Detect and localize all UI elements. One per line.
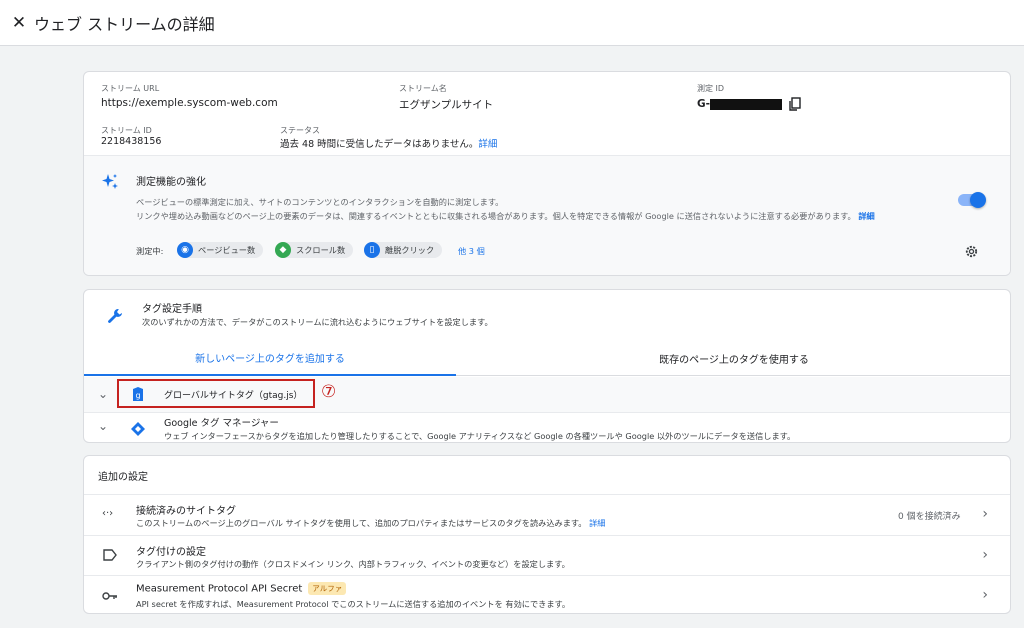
enhanced-measurement-title: 測定機能の強化 bbox=[136, 177, 206, 188]
gtag-icon: g bbox=[133, 387, 143, 401]
tab-use-existing-tag[interactable]: 既存のページ上のタグを使用する bbox=[456, 340, 1010, 376]
enhanced-measurement-section: 測定機能の強化 ページビューの標準測定に加え、サイトのコンテンツとのインタラクシ… bbox=[84, 155, 1010, 275]
chip-page-views-label: ページビュー数 bbox=[198, 245, 256, 255]
gear-icon[interactable] bbox=[964, 244, 979, 259]
tag-manager-icon bbox=[131, 422, 145, 436]
sparkle-icon bbox=[102, 174, 118, 189]
chevron-right-icon[interactable]: › bbox=[982, 587, 988, 603]
stream-name-value: エグザンプルサイト bbox=[399, 99, 494, 111]
gtm-row[interactable]: ⌄ Google タグ マネージャー ウェブ インターフェースからタグを追加した… bbox=[84, 413, 1010, 442]
measurement-protocol-row[interactable]: Measurement Protocol API Secret アルファ API … bbox=[84, 576, 1010, 613]
close-icon[interactable]: ✕ bbox=[10, 13, 28, 33]
connected-site-tags-title: 接続済みのサイトタグ bbox=[136, 506, 236, 517]
scroll-icon: ◆ bbox=[275, 242, 291, 258]
stream-id-label: ストリーム ID bbox=[101, 126, 152, 135]
measurement-id-label: 測定 ID bbox=[697, 84, 725, 93]
connected-site-tags-desc-text: このストリームのページ上のグローバル サイトタグを使用して、追加のプロパティまた… bbox=[136, 518, 587, 528]
status-label: ステータス bbox=[280, 126, 320, 135]
gtm-desc: ウェブ インターフェースからタグを追加したり管理したりすることで、Google … bbox=[164, 431, 796, 441]
chevron-down-icon[interactable]: ⌄ bbox=[98, 419, 108, 433]
stream-id-value: 2218438156 bbox=[101, 136, 162, 147]
tag-setup-title: タグ設定手順 bbox=[142, 304, 202, 315]
additional-settings-title: 追加の設定 bbox=[98, 472, 148, 483]
toggle-knob bbox=[970, 192, 986, 208]
connected-site-tags-row[interactable]: ‹·› 接続済みのサイトタグ このストリームのページ上のグローバル サイトタグを… bbox=[84, 495, 1010, 535]
measurement-id-value: G- bbox=[697, 97, 802, 111]
additional-settings-card: 追加の設定 ‹·› 接続済みのサイトタグ このストリームのページ上のグローバル … bbox=[83, 455, 1011, 614]
tagging-settings-row[interactable]: タグ付けの設定 クライアント側のタグ付けの動作（クロスドメイン リンク、内部トラ… bbox=[84, 536, 1010, 575]
measurement-id-redacted bbox=[709, 98, 782, 110]
stream-details-card: ストリーム URL https://exemple.syscom-web.com… bbox=[83, 71, 1011, 276]
gtm-title: Google タグ マネージャー bbox=[164, 418, 279, 429]
more-events-link[interactable]: 他 3 個 bbox=[458, 245, 485, 257]
page-header: ✕ ウェブ ストリームの詳細 bbox=[0, 0, 1024, 46]
connected-count: 0 個を接続済み bbox=[898, 512, 961, 522]
status-text: 過去 48 時間に受信したデータはありません。 bbox=[280, 139, 479, 150]
chip-outbound-clicks-label: 離脱クリック bbox=[385, 245, 435, 255]
status-details-link[interactable]: 詳細 bbox=[478, 139, 497, 150]
stream-url-label: ストリーム URL bbox=[101, 84, 160, 93]
chevron-down-icon[interactable]: ⌄ bbox=[98, 387, 108, 401]
tagging-settings-desc: クライアント側のタグ付けの動作（クロスドメイン リンク、内部トラフィック、イベン… bbox=[136, 559, 570, 569]
gtag-label: グローバルサイトタグ（gtag.js） bbox=[164, 391, 303, 401]
measurement-id-prefix: G- bbox=[697, 98, 710, 110]
alpha-badge: アルファ bbox=[308, 582, 347, 595]
measurement-protocol-title-text: Measurement Protocol API Secret bbox=[136, 583, 303, 595]
tag-method-tabs: 新しいページ上のタグを追加する 既存のページ上のタグを使用する bbox=[84, 340, 1010, 376]
chip-outbound-clicks: ▯ 離脱クリック bbox=[364, 242, 443, 258]
stream-name-label: ストリーム名 bbox=[399, 84, 447, 93]
tab-add-new-tag[interactable]: 新しいページ上のタグを追加する bbox=[84, 340, 456, 376]
label-icon bbox=[103, 549, 117, 561]
chevron-right-icon[interactable]: › bbox=[982, 547, 988, 563]
tag-setup-subtitle: 次のいずれかの方法で、データがこのストリームに流れ込むようにウェブサイトを設定し… bbox=[142, 317, 493, 327]
stream-url-value: https://exemple.syscom-web.com bbox=[101, 97, 278, 109]
chip-scrolls: ◆ スクロール数 bbox=[275, 242, 354, 258]
measuring-label: 測定中: bbox=[136, 246, 164, 256]
mouse-icon: ▯ bbox=[364, 242, 380, 258]
tagging-settings-title: タグ付けの設定 bbox=[136, 547, 206, 558]
enhanced-measurement-details-link[interactable]: 詳細 bbox=[858, 211, 874, 221]
tag-setup-card: タグ設定手順 次のいずれかの方法で、データがこのストリームに流れ込むようにウェブ… bbox=[83, 289, 1011, 443]
annotation-number: ⑦ bbox=[321, 382, 337, 402]
key-icon bbox=[102, 592, 117, 600]
copy-icon[interactable] bbox=[788, 97, 802, 111]
wrench-icon bbox=[108, 309, 122, 323]
connected-site-tags-desc: このストリームのページ上のグローバル サイトタグを使用して、追加のプロパティまた… bbox=[136, 517, 605, 529]
enhanced-measurement-desc2-text: リンクや埋め込み動画などのページ上の要素のデータは、関連するイベントとともに収集… bbox=[136, 211, 856, 221]
chip-page-views: ◉ ページビュー数 bbox=[177, 242, 264, 258]
chevron-right-icon[interactable]: › bbox=[982, 506, 988, 522]
measurement-protocol-desc: API secret を作成すれば、Measurement Protocol で… bbox=[136, 599, 571, 609]
page-title: ウェブ ストリームの詳細 bbox=[34, 14, 215, 34]
status-value: 過去 48 時間に受信したデータはありません。詳細 bbox=[280, 136, 497, 150]
enhanced-measurement-toggle[interactable] bbox=[958, 192, 986, 208]
eye-icon: ◉ bbox=[177, 242, 193, 258]
chip-scrolls-label: スクロール数 bbox=[296, 245, 346, 255]
enhanced-measurement-desc2: リンクや埋め込み動画などのページ上の要素のデータは、関連するイベントとともに収集… bbox=[136, 210, 875, 222]
measurement-protocol-title: Measurement Protocol API Secret アルファ bbox=[136, 582, 347, 595]
gtag-row[interactable]: ⌄ g グローバルサイトタグ（gtag.js） ⑦ bbox=[84, 377, 1010, 412]
svg-text:g: g bbox=[135, 391, 140, 400]
connected-site-tags-link[interactable]: 詳細 bbox=[589, 518, 605, 528]
enhanced-measurement-desc1: ページビューの標準測定に加え、サイトのコンテンツとのインタラクションを自動的に測… bbox=[136, 197, 504, 207]
code-icon: ‹·› bbox=[102, 508, 114, 519]
